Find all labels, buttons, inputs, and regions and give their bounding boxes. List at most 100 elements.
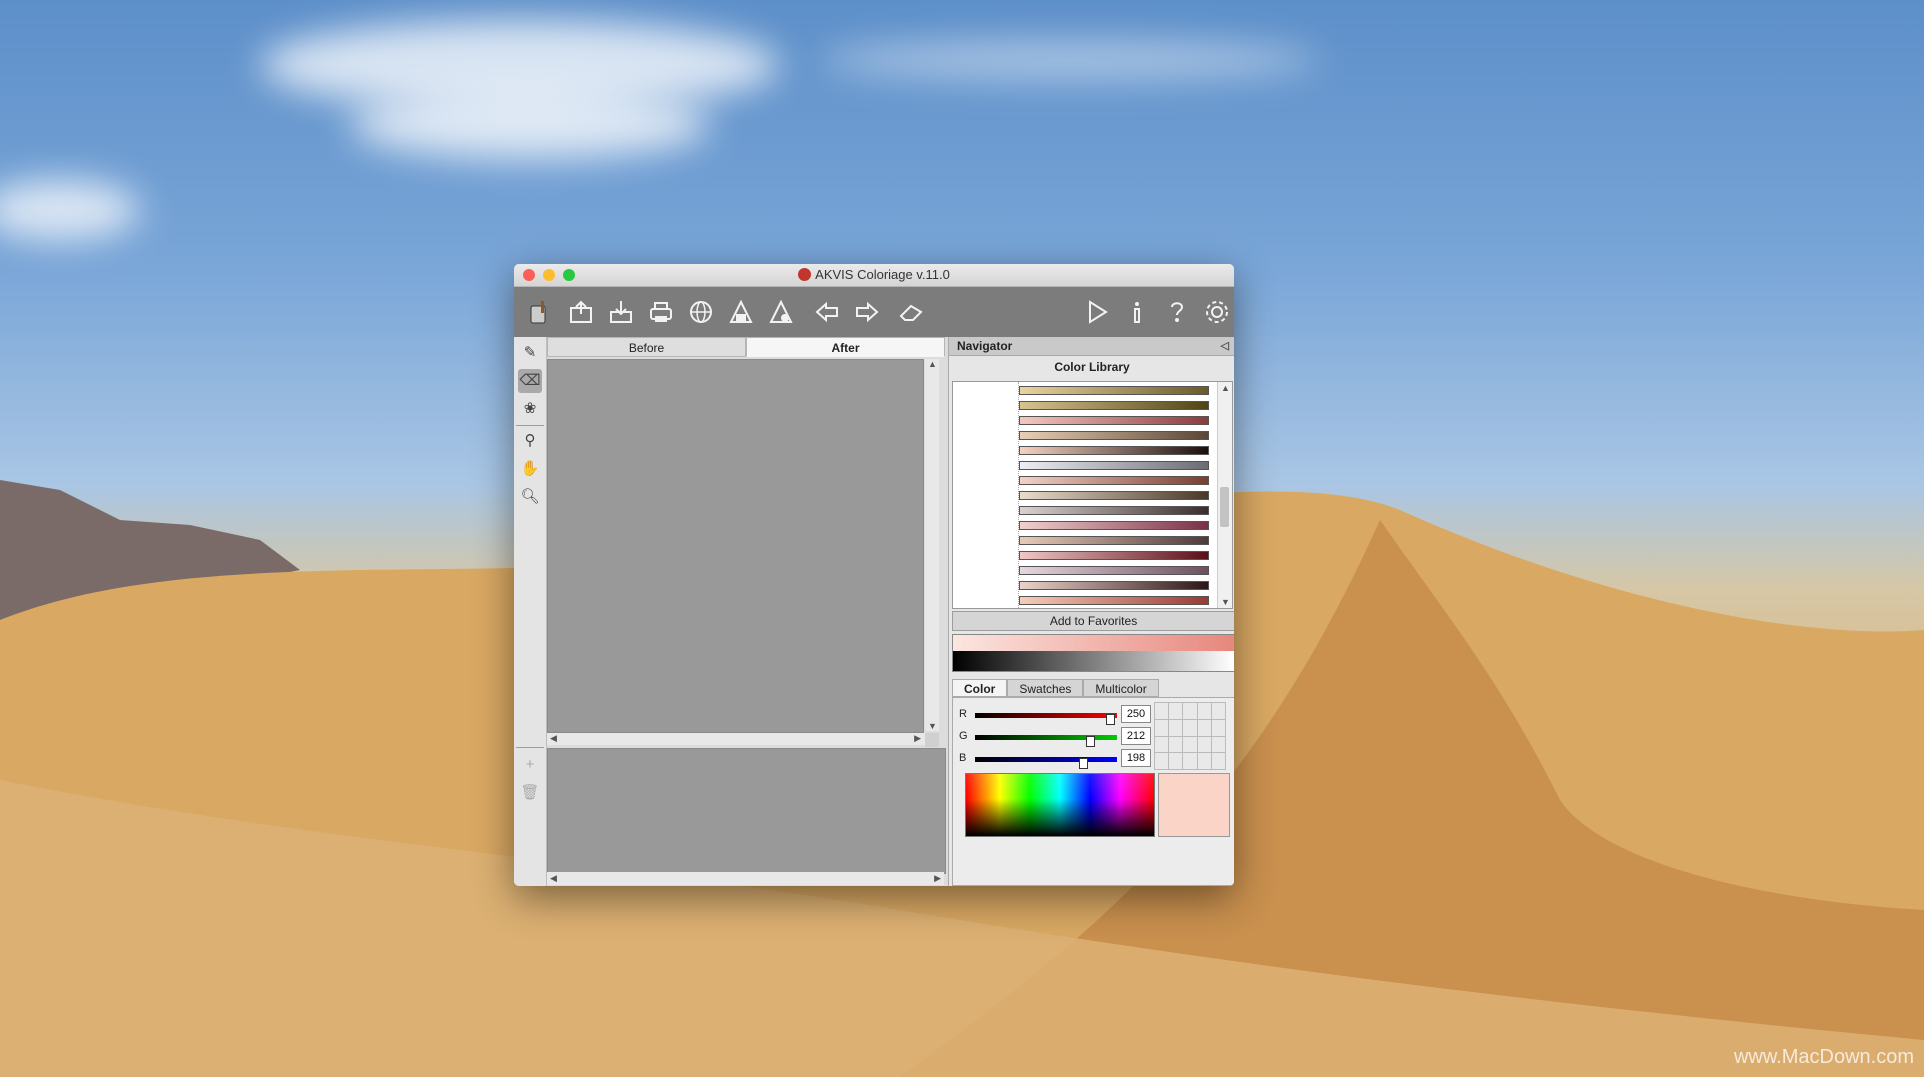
swatch-cell[interactable] <box>1183 703 1197 719</box>
swatch-cell[interactable] <box>1155 736 1169 753</box>
eraser-tool-icon[interactable]: ⌫ <box>518 369 542 393</box>
scroll-up-arrow-icon[interactable]: ▲ <box>1221 383 1230 393</box>
eraser-icon[interactable] <box>896 297 926 327</box>
batch-icon[interactable] <box>726 297 756 327</box>
swatch-cell[interactable] <box>1183 719 1197 736</box>
arrow-right-icon[interactable] <box>852 297 882 327</box>
export-icon[interactable] <box>766 297 796 327</box>
collapse-icon[interactable]: ◁ <box>1221 337 1229 355</box>
scroll-left-arrow-icon[interactable]: ◀ <box>550 733 557 744</box>
info-icon[interactable] <box>1122 297 1152 327</box>
library-gradient[interactable] <box>1019 566 1209 575</box>
trash-icon[interactable]: 🗑︎ <box>518 781 542 805</box>
green-slider[interactable] <box>975 735 1117 747</box>
red-slider[interactable] <box>975 713 1117 725</box>
green-slider-knob[interactable] <box>1086 736 1096 747</box>
swatch-cell[interactable] <box>1155 703 1169 719</box>
library-gradient[interactable] <box>1019 401 1209 410</box>
swatch-cell[interactable] <box>1211 753 1225 769</box>
tab-multicolor[interactable]: Multicolor <box>1083 679 1159 697</box>
app-icon <box>798 268 812 281</box>
library-gradient[interactable] <box>1019 386 1209 395</box>
swatch-cell[interactable] <box>1211 719 1225 736</box>
image-canvas[interactable] <box>547 359 924 733</box>
tab-color[interactable]: Color <box>952 679 1008 697</box>
close-window-button[interactable] <box>523 269 535 281</box>
swatch-cell[interactable] <box>1197 719 1211 736</box>
library-gradient[interactable] <box>1019 461 1209 470</box>
hand-icon[interactable]: ✋ <box>518 457 542 481</box>
minimize-window-button[interactable] <box>543 269 555 281</box>
scroll-down-arrow-icon[interactable]: ▼ <box>1221 597 1230 607</box>
tab-swatches[interactable]: Swatches <box>1007 679 1084 697</box>
secondary-canvas[interactable] <box>547 748 946 874</box>
title-bar[interactable]: AKVIS Coloriage v.11.0 <box>514 264 1234 287</box>
scroll-thumb[interactable] <box>1220 487 1229 527</box>
swatch-cell[interactable] <box>1155 719 1169 736</box>
recent-swatches-grid[interactable] <box>1154 702 1226 770</box>
tab-before[interactable]: Before <box>547 337 746 357</box>
swatch-cell[interactable] <box>1155 753 1169 769</box>
tab-after[interactable]: After <box>746 337 945 357</box>
library-gradient[interactable] <box>1019 431 1209 440</box>
eyedropper-icon[interactable]: ⚲ <box>518 429 542 453</box>
globe-icon[interactable] <box>686 297 716 327</box>
canvas-horizontal-scrollbar[interactable]: ◀ ▶ <box>547 733 939 745</box>
swatch-cell[interactable] <box>1183 753 1197 769</box>
swatch-cell[interactable] <box>1183 736 1197 753</box>
blue-value[interactable]: 198 <box>1121 749 1151 767</box>
blue-slider[interactable] <box>975 757 1117 769</box>
blue-label: B <box>959 752 967 764</box>
library-gradient[interactable] <box>1019 536 1209 545</box>
library-gradient[interactable] <box>1019 491 1209 500</box>
scroll-right-arrow-icon[interactable]: ▶ <box>914 733 921 744</box>
help-icon[interactable] <box>1162 297 1192 327</box>
blue-slider-knob[interactable] <box>1079 758 1089 769</box>
printer-icon[interactable] <box>646 297 676 327</box>
library-scrollbar[interactable]: ▲ ▼ <box>1217 382 1232 608</box>
swatch-cell[interactable] <box>1211 703 1225 719</box>
library-gradient[interactable] <box>1019 521 1209 530</box>
paint-bucket-icon[interactable] <box>524 297 554 327</box>
add-to-favorites-button[interactable]: Add to Favorites <box>952 611 1234 631</box>
swatch-cell[interactable] <box>1169 719 1183 736</box>
resize-corner[interactable] <box>925 733 939 747</box>
red-value[interactable]: 250 <box>1121 705 1151 723</box>
zoom-icon[interactable]: 🔍︎ <box>518 485 542 509</box>
swatch-cell[interactable] <box>1197 736 1211 753</box>
library-gradient[interactable] <box>1019 506 1209 515</box>
play-icon[interactable] <box>1082 297 1112 327</box>
zoom-window-button[interactable] <box>563 269 575 281</box>
swatch-cell[interactable] <box>1211 736 1225 753</box>
scroll-down-arrow-icon[interactable]: ▼ <box>928 721 937 731</box>
color-library-list[interactable]: ▲ ▼ <box>952 381 1233 609</box>
library-gradient[interactable] <box>1019 446 1209 455</box>
gear-icon[interactable] <box>1202 297 1232 327</box>
scroll-left-arrow-icon[interactable]: ◀ <box>550 873 557 884</box>
library-gradient[interactable] <box>1019 551 1209 560</box>
library-gradient[interactable] <box>1019 581 1209 590</box>
swatch-cell[interactable] <box>1197 753 1211 769</box>
swatch-cell[interactable] <box>1169 703 1183 719</box>
plus-icon[interactable]: + <box>518 753 542 777</box>
red-slider-knob[interactable] <box>1106 714 1116 725</box>
scroll-right-arrow-icon[interactable]: ▶ <box>934 873 941 884</box>
color-spectrum[interactable] <box>965 773 1155 837</box>
library-gradient[interactable] <box>1019 476 1209 485</box>
scroll-up-arrow-icon[interactable]: ▲ <box>928 359 937 369</box>
green-value[interactable]: 212 <box>1121 727 1151 745</box>
arrow-left-icon[interactable] <box>812 297 842 327</box>
open-folder-icon[interactable] <box>566 297 596 327</box>
pencil-icon[interactable]: ✎ <box>518 341 542 365</box>
library-gradient[interactable] <box>1019 416 1209 425</box>
canvas-vertical-scrollbar[interactable]: ▲ ▼ <box>925 359 939 731</box>
swatch-cell[interactable] <box>1197 703 1211 719</box>
swatch-cell[interactable] <box>1169 753 1183 769</box>
swatch-cell[interactable] <box>1169 736 1183 753</box>
color-library-icon[interactable]: ❀ <box>518 397 542 421</box>
library-gradient[interactable] <box>1019 596 1209 605</box>
save-icon[interactable] <box>606 297 636 327</box>
secondary-horizontal-scrollbar[interactable]: ◀ ▶ <box>547 872 944 885</box>
gradient-preview[interactable] <box>952 634 1234 672</box>
navigator-header[interactable]: Navigator ◁ <box>949 337 1234 356</box>
